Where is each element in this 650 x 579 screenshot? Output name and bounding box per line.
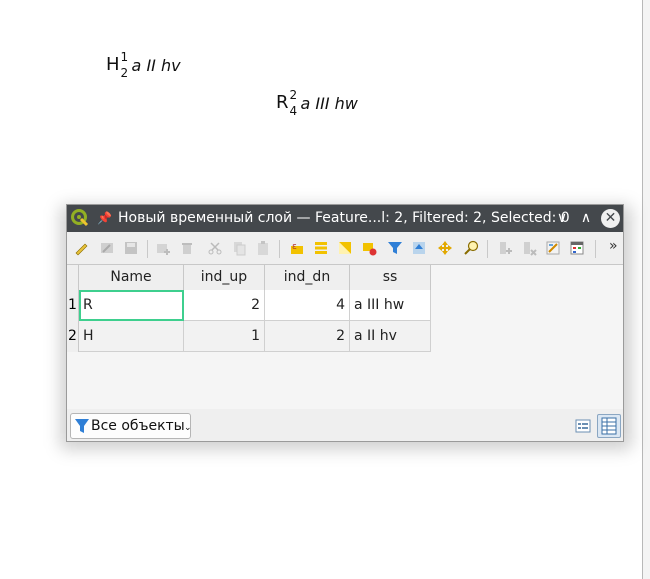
move-selection-top-icon[interactable]: [411, 240, 427, 256]
attribute-table: Name ind_up ind_dn ss 1 R 2 4 a III hw 2…: [67, 264, 623, 411]
column-header-ind-dn[interactable]: ind_dn: [265, 265, 350, 290]
label-superscript: 1: [120, 50, 129, 64]
zoom-to-selection-icon[interactable]: [463, 240, 479, 256]
column-header-ss[interactable]: ss: [350, 265, 431, 290]
attribute-table-window: 📌 Новый временный слой — Feature...l: 2,…: [66, 204, 624, 442]
conditional-format-icon[interactable]: [569, 240, 585, 256]
pan-to-selection-icon[interactable]: [437, 240, 453, 256]
expression-select-icon[interactable]: ε: [289, 240, 305, 256]
feature-filter-button[interactable]: Все объекты ⌄: [70, 413, 192, 439]
table-cell-ind-up[interactable]: 1: [184, 321, 265, 352]
qgis-logo-icon: [71, 209, 89, 227]
add-feature-icon[interactable]: [155, 240, 171, 256]
toolbar-separator: [595, 240, 596, 258]
label-subscript: 4: [289, 104, 298, 118]
label-subscript: 2: [120, 66, 129, 80]
map-label-h: H1 2a II hv: [106, 50, 181, 80]
panel-strip: [643, 0, 650, 579]
window-title: Новый временный слой — Feature...l: 2, F…: [118, 210, 570, 226]
chevron-down-icon: ⌄: [184, 423, 192, 433]
filter-icon: [75, 419, 89, 433]
multi-edit-icon[interactable]: [99, 240, 115, 256]
table-cell-ind-up[interactable]: 2: [184, 290, 265, 321]
table-cell-ss[interactable]: a II hv: [350, 321, 431, 352]
table-cell-name[interactable]: H: [79, 321, 184, 352]
filter-selection-icon[interactable]: [387, 240, 403, 256]
label-text: a II hv: [131, 56, 181, 75]
title-bar[interactable]: 📌 Новый временный слой — Feature...l: 2,…: [67, 205, 623, 232]
invert-selection-icon[interactable]: [337, 240, 353, 256]
column-header-ind-up[interactable]: ind_up: [184, 265, 265, 290]
delete-field-icon[interactable]: [521, 240, 537, 256]
field-calculator-icon[interactable]: [545, 240, 561, 256]
minimize-button[interactable]: ∨: [553, 209, 571, 227]
row-header[interactable]: 1: [67, 290, 79, 321]
map-label-r: R2 4a III hw: [276, 88, 358, 118]
svg-text:ε: ε: [292, 242, 297, 252]
select-all-icon[interactable]: [313, 240, 329, 256]
paste-icon[interactable]: [255, 240, 271, 256]
copy-icon[interactable]: [231, 240, 247, 256]
table-view-button[interactable]: [597, 414, 621, 438]
deselect-icon[interactable]: [361, 240, 377, 256]
corner-header[interactable]: [67, 265, 79, 290]
new-field-icon[interactable]: [497, 240, 513, 256]
table-cell-ind-dn[interactable]: 4: [265, 290, 350, 321]
delete-feature-icon[interactable]: [179, 240, 195, 256]
column-header-name[interactable]: Name: [79, 265, 184, 290]
table-view-icon: [601, 417, 617, 435]
table-cell-ind-dn[interactable]: 2: [265, 321, 350, 352]
pin-icon[interactable]: 📌: [97, 211, 112, 225]
label-text: a III hw: [300, 94, 358, 113]
row-header[interactable]: 2: [67, 321, 79, 352]
toolbar-overflow-button[interactable]: »: [609, 238, 618, 254]
toggle-edit-icon[interactable]: [73, 240, 89, 256]
filter-label: Все объекты: [91, 418, 185, 434]
save-edits-icon[interactable]: [123, 240, 139, 256]
table-cell-ss[interactable]: a III hw: [350, 290, 431, 321]
label-symbol: H: [106, 54, 120, 75]
toolbar-separator: [147, 240, 148, 258]
toolbar-separator: [487, 240, 488, 258]
label-superscript: 2: [289, 88, 298, 102]
form-view-icon[interactable]: [575, 418, 591, 434]
maximize-button[interactable]: ∧: [577, 209, 595, 227]
toolbar-separator: [279, 240, 280, 258]
footer-bar: Все объекты ⌄: [67, 409, 623, 441]
table-cell-name[interactable]: R: [79, 290, 184, 321]
close-button[interactable]: ✕: [601, 209, 620, 228]
toolbar: ε »: [67, 232, 623, 264]
cut-icon[interactable]: [207, 240, 223, 256]
label-symbol: R: [276, 92, 289, 113]
